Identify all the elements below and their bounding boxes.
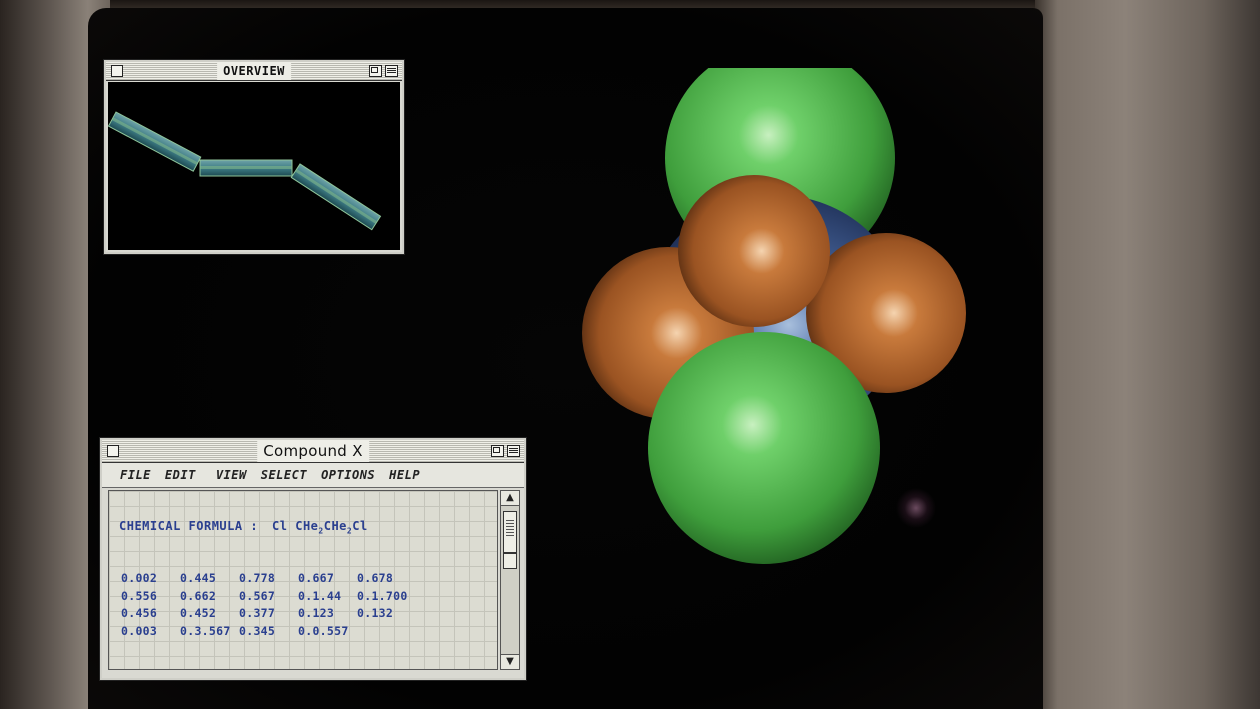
formula-label: CHEMICAL FORMULA : bbox=[119, 519, 259, 533]
formula-part: CHe bbox=[323, 519, 347, 533]
overview-title: OVERVIEW bbox=[217, 62, 291, 80]
table-cell: 0.377 bbox=[239, 606, 276, 620]
scroll-down-arrow-icon[interactable]: ▼ bbox=[501, 654, 519, 669]
screen-reflection bbox=[896, 488, 936, 528]
table-row: 0.456 0.452 0.377 0.123 0.132 bbox=[121, 606, 416, 624]
table-row: 0.003 0.3.567 0.345 0.0.557 bbox=[121, 624, 416, 642]
table-row: 0.002 0.445 0.778 0.667 0.678 bbox=[121, 571, 416, 589]
table-cell: 0.567 bbox=[239, 588, 276, 603]
formula-part: Cl CHe bbox=[272, 519, 319, 533]
table-cell: 0.345 bbox=[239, 623, 276, 638]
menu-bar: FILE EDIT VIEW SELECT OPTIONS HELP bbox=[102, 463, 524, 488]
helix-segment-1 bbox=[107, 111, 202, 172]
scroll-thumb-secondary[interactable] bbox=[503, 553, 517, 569]
menu-view[interactable]: VIEW bbox=[216, 468, 247, 482]
collapse-box-icon[interactable] bbox=[507, 445, 520, 457]
compound-title: Compound X bbox=[257, 440, 369, 462]
overview-viewport[interactable] bbox=[107, 82, 400, 250]
formula-value: Cl CHe2CHe2Cl bbox=[272, 519, 368, 535]
table-cell: 0.3.567 bbox=[180, 623, 231, 638]
table-cell: 0.0.557 bbox=[298, 623, 349, 638]
zoom-box-icon[interactable] bbox=[369, 65, 382, 77]
monitor-screen: OVERVIEW Compound X FILE EDIT VIEW SELEC… bbox=[88, 8, 1043, 709]
scroll-thumb[interactable] bbox=[503, 511, 517, 553]
chlorine-atom-bottom[interactable] bbox=[648, 332, 880, 564]
compound-titlebar[interactable]: Compound X bbox=[102, 440, 524, 463]
table-cell: 0.002 bbox=[121, 571, 158, 585]
close-box-icon[interactable] bbox=[107, 445, 119, 457]
table-cell: 0.678 bbox=[357, 571, 394, 585]
menu-edit[interactable]: EDIT bbox=[165, 468, 196, 482]
document-area[interactable]: CHEMICAL FORMULA : Cl CHe2CHe2Cl 0.002 0.4… bbox=[108, 490, 498, 670]
vertical-scrollbar[interactable]: ▲ ▼ bbox=[500, 490, 520, 670]
overview-titlebar[interactable]: OVERVIEW bbox=[106, 62, 402, 81]
table-cell: 0.778 bbox=[239, 571, 276, 585]
monitor-bezel-right bbox=[1035, 0, 1260, 709]
table-cell: 0.667 bbox=[298, 571, 335, 585]
table-cell: 0.1.44 bbox=[298, 588, 342, 603]
menu-options[interactable]: OPTIONS bbox=[321, 468, 375, 482]
scroll-up-arrow-icon[interactable]: ▲ bbox=[501, 491, 519, 506]
table-cell: 0.445 bbox=[180, 571, 217, 585]
formula-row: CHEMICAL FORMULA : Cl CHe2CHe2Cl bbox=[119, 519, 368, 535]
data-table: 0.002 0.445 0.778 0.667 0.678 0.556 0.662 0.56… bbox=[121, 571, 416, 641]
zoom-box-icon[interactable] bbox=[491, 445, 504, 457]
menu-select[interactable]: SELECT bbox=[261, 468, 307, 482]
helix-segment-3 bbox=[290, 163, 382, 231]
table-cell: 0.556 bbox=[121, 588, 158, 603]
helix-segment-2 bbox=[199, 159, 293, 177]
table-cell: 0.456 bbox=[121, 606, 158, 620]
compound-window: Compound X FILE EDIT VIEW SELECT OPTIONS… bbox=[100, 438, 526, 680]
table-cell: 0.452 bbox=[180, 606, 217, 620]
table-cell: 0.1.700 bbox=[357, 588, 408, 603]
table-cell: 0.662 bbox=[180, 588, 217, 603]
table-cell: 0.003 bbox=[121, 623, 158, 638]
overview-window: OVERVIEW bbox=[104, 60, 404, 254]
table-cell: 0.123 bbox=[298, 606, 335, 620]
overview-helix-render bbox=[107, 111, 382, 231]
table-cell: 0.132 bbox=[357, 606, 394, 620]
menu-file[interactable]: FILE bbox=[120, 468, 151, 482]
formula-part: Cl bbox=[352, 519, 368, 533]
menu-help[interactable]: HELP bbox=[389, 468, 420, 482]
table-row: 0.556 0.662 0.567 0.1.44 0.1.700 bbox=[121, 589, 416, 607]
close-box-icon[interactable] bbox=[111, 65, 123, 77]
hydrogen-atom-front[interactable] bbox=[678, 175, 830, 327]
collapse-box-icon[interactable] bbox=[385, 65, 398, 77]
